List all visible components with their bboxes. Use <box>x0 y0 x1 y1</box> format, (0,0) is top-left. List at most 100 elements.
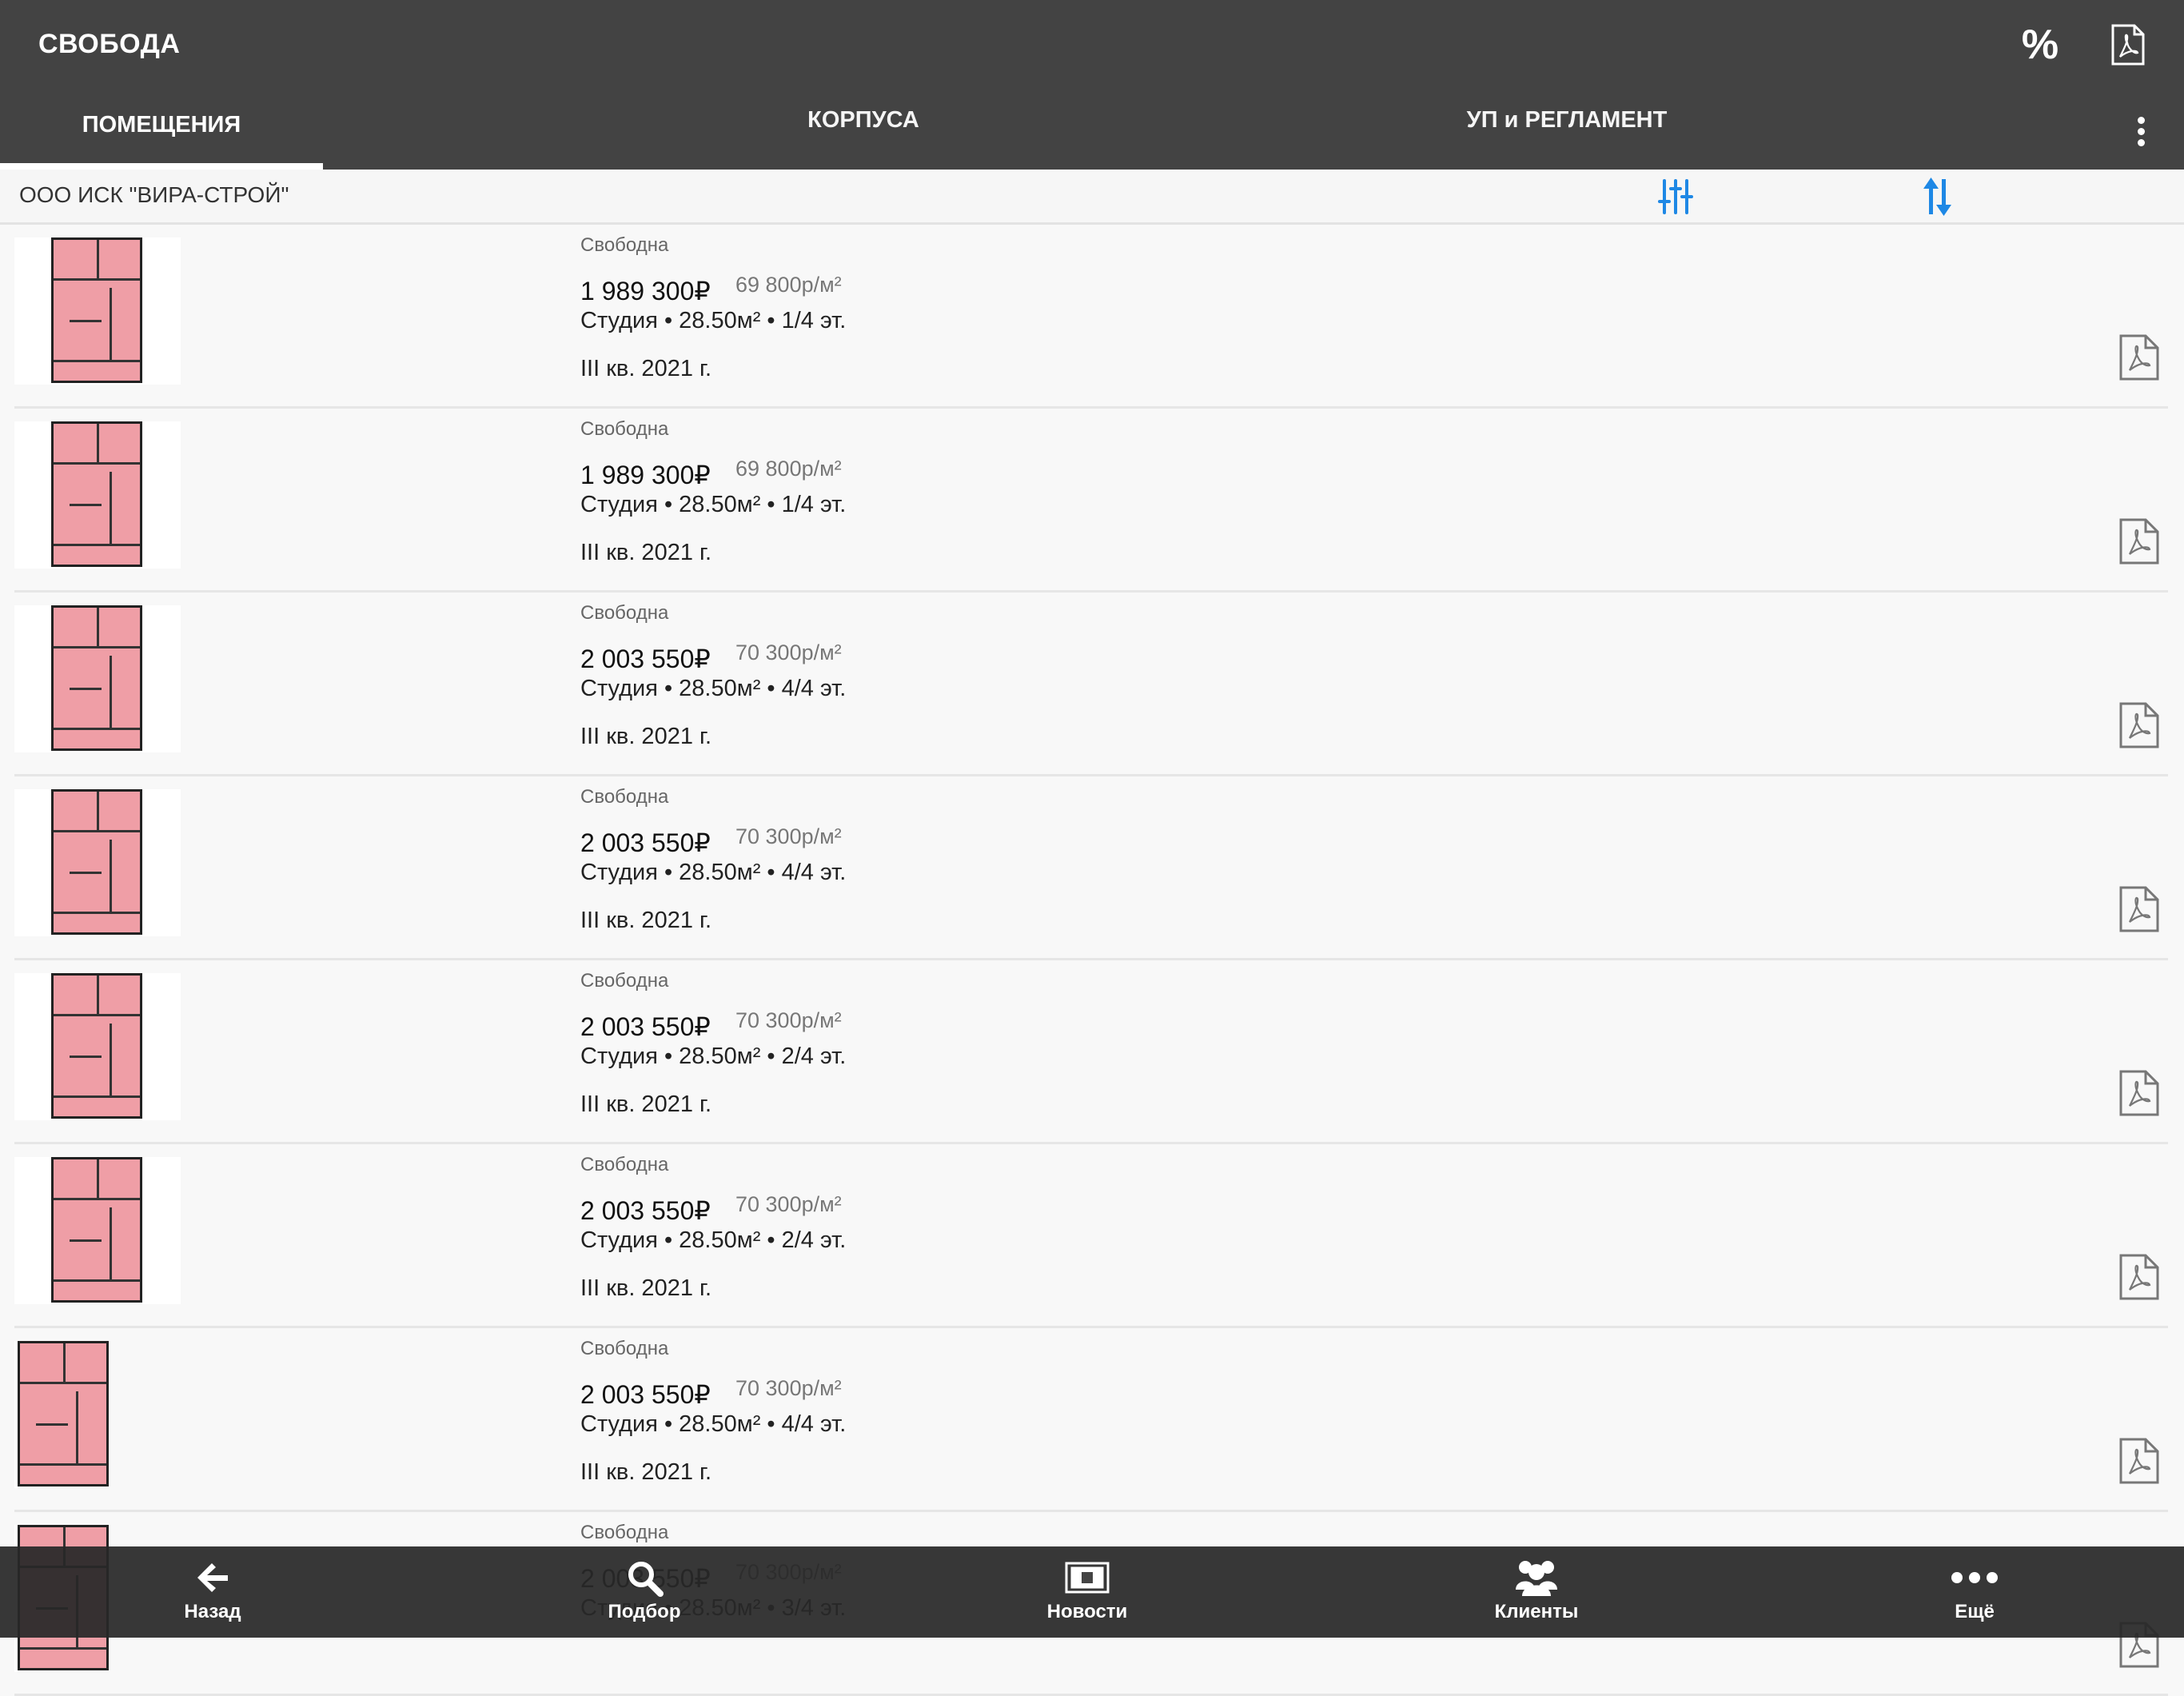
price-per-m2: 70 300р/м² <box>735 1008 842 1032</box>
floor-plan-wall <box>20 1382 106 1384</box>
filter-bar: ООО ИСК "ВИРА-СТРОЙ" <box>0 170 2184 225</box>
floor-plan-thumbnail[interactable] <box>14 973 181 1120</box>
developer-name: ООО ИСК "ВИРА-СТРОЙ" <box>19 182 289 207</box>
percent-icon[interactable]: % <box>2015 19 2066 70</box>
floor-plan-thumbnail[interactable] <box>14 237 181 385</box>
apartment-details: Студия • 28.50м² • 4/4 эт. <box>580 860 847 885</box>
price: 2 003 550₽ <box>580 1380 711 1409</box>
completion-quarter: III кв. 2021 г. <box>580 1091 712 1117</box>
floor-plan-wall <box>20 1463 106 1466</box>
pdf-icon[interactable] <box>2118 1253 2163 1303</box>
pdf-icon[interactable] <box>2118 701 2163 751</box>
nav-more[interactable]: Ещё <box>1887 1556 2062 1636</box>
floor-plan-wall <box>54 830 140 832</box>
app-bar: СВОБОДА % ПОМЕЩЕНИЯ КОРПУСА УП и РЕГЛАМЕ… <box>0 0 2184 170</box>
floor-plan-wall <box>97 976 99 1014</box>
floor-plan-wall <box>97 424 99 462</box>
price-per-m2: 69 800р/м² <box>735 457 842 481</box>
floor-plan-wall <box>70 688 102 690</box>
floor-plan-wall <box>54 544 140 546</box>
floor-plan <box>51 973 142 1119</box>
price: 2 003 550₽ <box>580 1196 711 1225</box>
floor-plan <box>51 1157 142 1303</box>
nav-label: Новости <box>1046 1601 1128 1622</box>
list-item[interactable]: Свободна 1 989 300₽ 69 800р/м² Студия • … <box>14 225 2168 409</box>
floor-plan-wall <box>54 360 140 362</box>
tab-buildings[interactable]: КОРПУСА <box>703 107 1023 165</box>
floor-plan-wall <box>70 1239 102 1242</box>
search-icon <box>556 1556 732 1599</box>
floor-plan-thumbnail[interactable] <box>14 1341 109 1488</box>
pdf-icon[interactable] <box>2118 1437 2163 1486</box>
list-item[interactable]: Свободна 2 003 550₽ 70 300р/м² Студия • … <box>14 1328 2168 1512</box>
price: 1 989 300₽ <box>580 277 711 305</box>
list-item[interactable]: Свободна 2 003 550₽ 70 300р/м² Студия • … <box>14 960 2168 1144</box>
nav-search[interactable]: Подбор <box>556 1556 732 1636</box>
status-label: Свободна <box>580 602 669 624</box>
floor-plan-wall <box>70 504 102 506</box>
pdf-icon[interactable] <box>2102 19 2154 70</box>
floor-plan-thumbnail[interactable] <box>14 1157 181 1304</box>
apartment-details: Студия • 28.50м² • 1/4 эт. <box>580 308 847 333</box>
price-per-m2: 70 300р/м² <box>735 640 842 664</box>
list-item[interactable]: Свободна 2 003 550₽ 70 300р/м² Студия • … <box>14 593 2168 776</box>
floor-plan-thumbnail[interactable] <box>14 789 181 936</box>
floor-plan-wall <box>54 728 140 730</box>
pdf-icon[interactable] <box>2118 885 2163 935</box>
tab-regulations[interactable]: УП и РЕГЛАМЕНТ <box>1407 107 1727 165</box>
listings-list: Свободна 1 989 300₽ 69 800р/м² Студия • … <box>0 225 2184 1696</box>
floor-plan-wall <box>63 1343 66 1382</box>
completion-quarter: III кв. 2021 г. <box>580 1275 712 1301</box>
floor-plan-thumbnail[interactable] <box>14 421 181 569</box>
clients-icon <box>1449 1556 1624 1599</box>
nav-label: Ещё <box>1955 1601 1995 1622</box>
more-vert-icon[interactable] <box>2126 109 2155 154</box>
list-item[interactable]: Свободна 1 989 300₽ 69 800р/м² Студия • … <box>14 409 2168 593</box>
completion-quarter: III кв. 2021 г. <box>580 908 712 933</box>
filter-sliders-icon[interactable] <box>1653 174 1698 219</box>
nav-label: Подбор <box>608 1601 681 1622</box>
floor-plan-wall <box>110 840 112 912</box>
floor-plan-wall <box>110 1207 112 1279</box>
active-tab-indicator <box>0 163 323 170</box>
nav-label: Клиенты <box>1494 1601 1579 1622</box>
tab-rooms[interactable]: ПОМЕЩЕНИЯ <box>0 112 323 170</box>
floor-plan-wall <box>70 320 102 322</box>
floor-plan-wall <box>97 792 99 830</box>
news-icon <box>999 1556 1175 1599</box>
price-per-m2: 70 300р/м² <box>735 824 842 848</box>
nav-back[interactable]: Назад <box>125 1556 301 1636</box>
price: 2 003 550₽ <box>580 1012 711 1041</box>
floor-plan-wall <box>70 1056 102 1058</box>
completion-quarter: III кв. 2021 г. <box>580 356 712 381</box>
discount-label: % <box>2021 22 2059 68</box>
pdf-icon[interactable] <box>2118 333 2163 383</box>
floor-plan-thumbnail[interactable] <box>14 605 181 752</box>
nav-news[interactable]: Новости <box>999 1556 1175 1636</box>
pdf-icon[interactable] <box>2118 1069 2163 1119</box>
price: 2 003 550₽ <box>580 828 711 857</box>
more-horiz-icon <box>1887 1556 2062 1599</box>
floor-plan <box>18 1341 109 1486</box>
floor-plan-wall <box>97 608 99 646</box>
sort-arrows-icon[interactable] <box>1915 174 1960 219</box>
status-label: Свободна <box>580 1154 669 1175</box>
price-per-m2: 70 300р/м² <box>735 1192 842 1216</box>
list-item[interactable]: Свободна 2 003 550₽ 70 300р/м² Студия • … <box>14 1144 2168 1328</box>
nav-label: Назад <box>184 1601 241 1622</box>
apartment-details: Студия • 28.50м² • 4/4 эт. <box>580 676 847 701</box>
list-item[interactable]: Свободна 2 003 550₽ 70 300р/м² Студия • … <box>14 776 2168 960</box>
floor-plan-wall <box>110 656 112 728</box>
pdf-icon[interactable] <box>2118 517 2163 567</box>
apartment-details: Студия • 28.50м² • 2/4 эт. <box>580 1227 847 1253</box>
bottom-navigation: Назад Подбор Новости Клиенты Ещё <box>0 1546 2184 1638</box>
completion-quarter: III кв. 2021 г. <box>580 724 712 749</box>
nav-clients[interactable]: Клиенты <box>1449 1556 1624 1636</box>
arrow-back-icon <box>125 1556 301 1599</box>
status-label: Свободна <box>580 1338 669 1359</box>
floor-plan <box>51 237 142 383</box>
floor-plan-wall <box>54 1014 140 1016</box>
price: 2 003 550₽ <box>580 644 711 673</box>
floor-plan <box>51 789 142 935</box>
floor-plan-wall <box>54 1198 140 1200</box>
